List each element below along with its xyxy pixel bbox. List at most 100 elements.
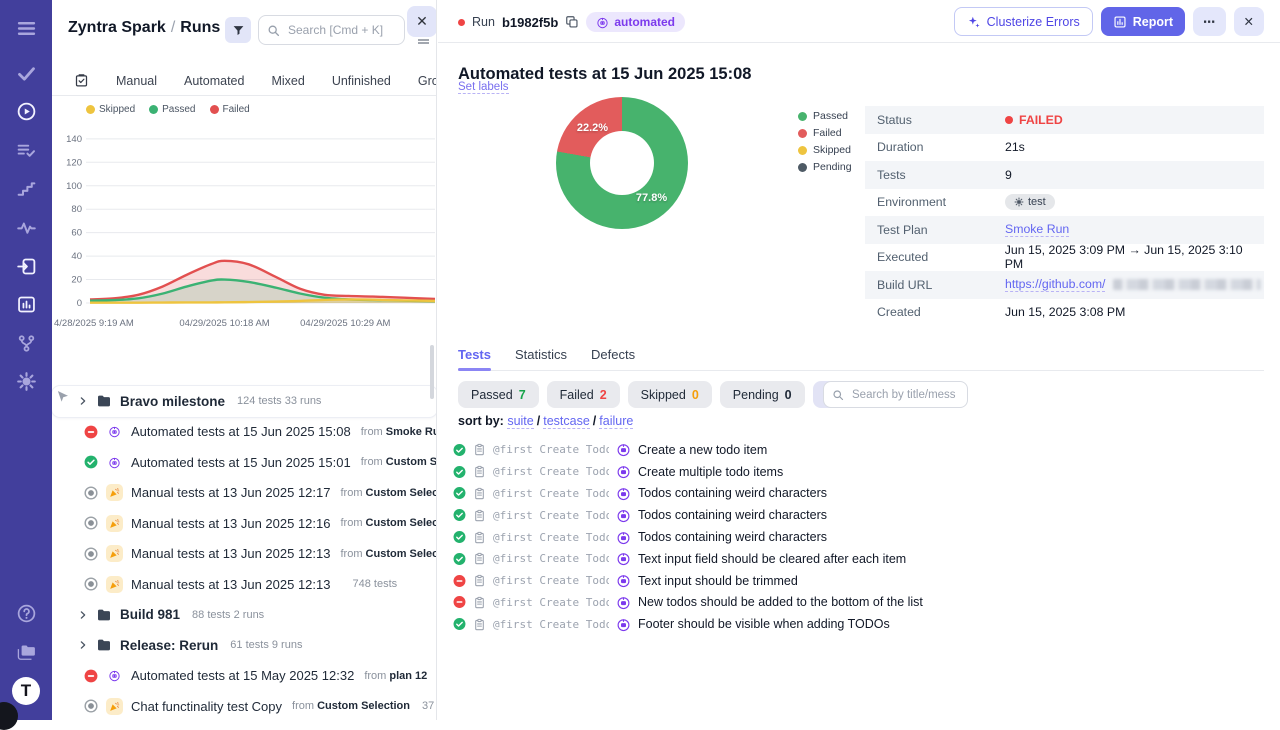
test-row[interactable]: @first Create Todos... Todos containing … [453,504,1263,526]
folder-row[interactable]: Release: Rerun 61 tests 9 runs [52,630,437,661]
chip-passed[interactable]: Passed 7 [458,381,539,408]
folder-icon [96,607,112,623]
panel-close-button[interactable]: ✕ [407,6,437,37]
test-title[interactable]: Create multiple todo items [638,465,783,479]
activity-icon[interactable] [0,210,52,244]
legend-item-passed[interactable]: Passed [149,104,195,115]
tab-groups[interactable]: Groups [418,74,437,88]
test-title[interactable]: Todos containing weird characters [638,486,827,500]
sort-option-failure[interactable]: failure [599,414,633,429]
chevron-right-icon[interactable] [78,610,88,620]
run-row[interactable]: Automated tests at 15 Jun 2025 15:01 fro… [52,447,437,478]
breadcrumb-project[interactable]: Zyntra Spark [68,19,166,36]
test-suite[interactable]: @first Create Todos... [493,552,609,565]
test-title[interactable]: Text input should be trimmed [638,574,798,588]
play-circle-icon[interactable] [0,94,52,128]
report-chart-icon[interactable] [0,287,52,321]
test-row[interactable]: @first Create Todos... Todos containing … [453,526,1263,548]
clipped-widget [418,39,429,44]
legend-item-failed[interactable]: Failed [210,104,250,115]
run-row[interactable]: Chat functinality test Copy from Custom … [52,691,437,720]
environment-badge: test [1005,194,1055,210]
run-row[interactable]: Automated tests at 15 Jun 2025 15:08 fro… [52,417,437,448]
list-check-icon[interactable] [0,133,52,167]
donut-legend-pending[interactable]: Pending [798,161,852,173]
runs-search-input[interactable] [286,22,396,38]
build-url-link[interactable]: https://github.com/ [1005,277,1105,292]
donut-legend-failed[interactable]: Failed [798,127,852,139]
folder-row[interactable]: Bravo milestone 124 tests 33 runs [52,386,437,417]
clipboard-check-icon[interactable] [74,73,89,88]
test-suite[interactable]: @first Create Todos... [493,465,609,478]
run-row[interactable]: Manual tests at 13 Jun 2025 12:13 748 te… [52,569,437,600]
filter-button[interactable] [225,17,251,43]
set-labels-link[interactable]: Set labels [458,81,509,94]
test-title[interactable]: New todos should be added to the bottom … [638,595,923,609]
test-title[interactable]: Footer should be visible when adding TOD… [638,617,890,631]
donut-legend-skipped[interactable]: Skipped [798,144,852,156]
test-suite[interactable]: @first Create Todos... [493,618,609,631]
chip-pending[interactable]: Pending 0 [720,381,805,408]
run-status-icon [84,669,98,683]
run-row[interactable]: Manual tests at 13 Jun 2025 12:17 from C… [52,478,437,509]
test-row[interactable]: @first Create Todos... Create multiple t… [453,461,1263,483]
copy-icon[interactable] [565,15,579,29]
sort-option-suite[interactable]: suite [507,414,533,429]
test-suite[interactable]: @first Create Todos... [493,596,609,609]
test-suite[interactable]: @first Create Todos... [493,443,609,456]
gear-icon[interactable] [0,364,52,398]
test-suite[interactable]: @first Create Todos... [493,487,609,500]
test-title[interactable]: Text input field should be cleared after… [638,552,906,566]
test-suite[interactable]: @first Create Todos... [493,574,609,587]
chevron-right-icon[interactable] [78,640,88,650]
check-icon[interactable] [0,56,52,90]
test-row[interactable]: @first Create Todos... Todos containing … [453,483,1263,505]
test-row[interactable]: @first Create Todos... New todos should … [453,592,1263,614]
report-button[interactable]: Report [1101,7,1185,36]
run-row[interactable]: Manual tests at 13 Jun 2025 12:13 from C… [52,539,437,570]
run-kind-icon [106,545,123,562]
close-run-button[interactable]: ✕ [1234,7,1264,36]
help-icon[interactable] [0,596,52,630]
tab-tests[interactable]: Tests [458,347,491,370]
chevron-right-icon[interactable] [78,396,88,406]
tab-mixed[interactable]: Mixed [271,74,304,88]
test-title[interactable]: Create a new todo item [638,443,767,457]
test-row[interactable]: @first Create Todos... Footer should be … [453,613,1263,635]
steps-icon[interactable] [0,172,52,206]
tab-unfinished[interactable]: Unfinished [332,74,391,88]
automated-badge[interactable]: automated [586,12,685,32]
test-row[interactable]: @first Create Todos... Text input field … [453,548,1263,570]
chat-widget-bubble[interactable] [0,702,18,730]
run-row[interactable]: Automated tests at 15 May 2025 12:32 fro… [52,661,437,692]
test-suite[interactable]: @first Create Todos... [493,531,609,544]
sort-option-testcase[interactable]: testcase [543,414,590,429]
tab-automated[interactable]: Automated [184,74,244,88]
tab-defects[interactable]: Defects [591,347,635,370]
import-icon[interactable] [0,249,52,283]
folder-row[interactable]: Build 981 88 tests 2 runs [52,600,437,631]
test-title[interactable]: Todos containing weird characters [638,530,827,544]
test-title[interactable]: Todos containing weird characters [638,508,827,522]
tests-search-input[interactable] [850,388,958,402]
chip-failed[interactable]: Failed 2 [547,381,620,408]
folders-icon[interactable] [0,635,52,669]
run-row[interactable]: Manual tests at 13 Jun 2025 12:16 from C… [52,508,437,539]
branch-icon[interactable] [0,326,52,360]
test-row[interactable]: @first Create Todos... Text input should… [453,570,1263,592]
test-row[interactable]: @first Create Todos... Create a new todo… [453,439,1263,461]
run-source: from Custom Selection [340,517,437,529]
more-button[interactable]: ⋯ [1193,7,1226,36]
tab-statistics[interactable]: Statistics [515,347,567,370]
scrollbar-thumb[interactable] [430,345,434,399]
detail-link[interactable]: Smoke Run [1005,222,1069,237]
clusterize-errors-button[interactable]: Clusterize Errors [954,7,1093,36]
tab-manual[interactable]: Manual [116,74,157,88]
menu-icon[interactable] [0,11,52,45]
run-source: from plan 12 [364,670,427,682]
legend-item-skipped[interactable]: Skipped [86,104,135,115]
chip-skipped[interactable]: Skipped 0 [628,381,712,408]
logo-t[interactable]: T [12,677,40,705]
test-suite[interactable]: @first Create Todos... [493,509,609,522]
donut-legend-passed[interactable]: Passed [798,110,852,122]
